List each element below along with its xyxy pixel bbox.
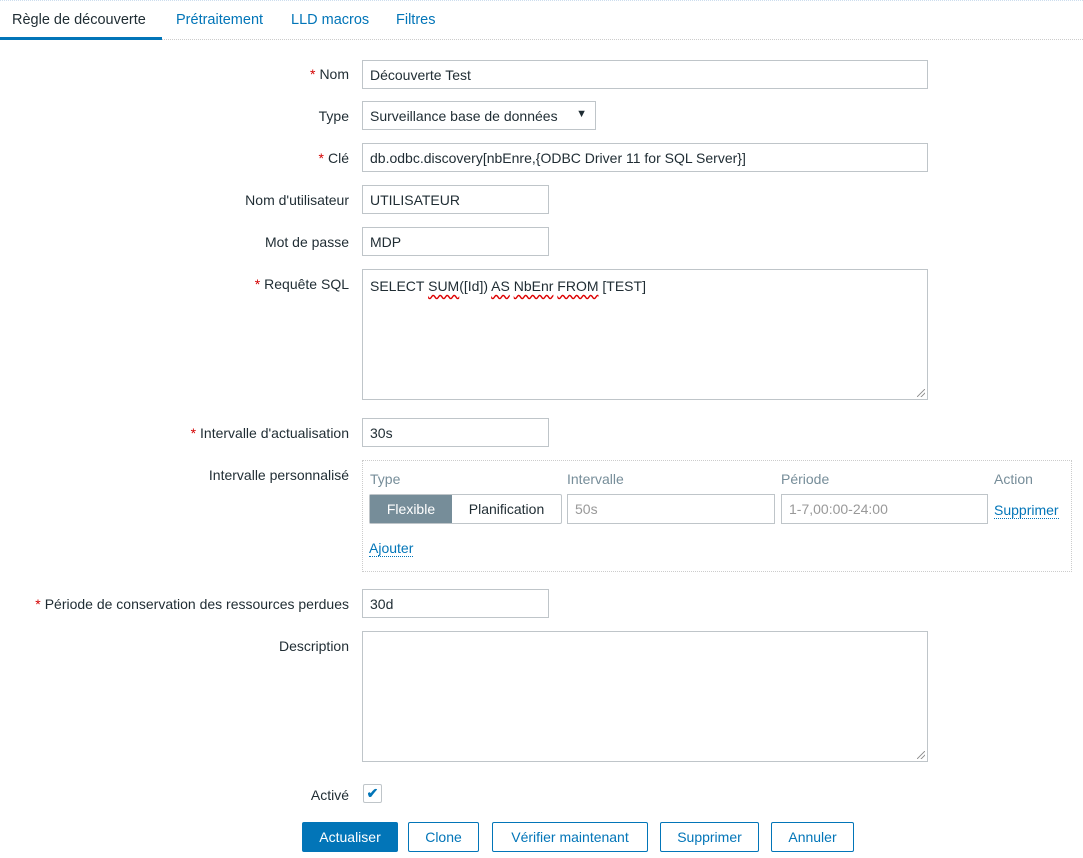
header-type: Type: [370, 471, 401, 487]
flexible-option[interactable]: Flexible: [370, 495, 452, 523]
enabled-checkbox[interactable]: ✔: [363, 784, 382, 803]
custom-interval-table: Type Intervalle Période Action Flexible …: [362, 460, 1072, 572]
header-interval: Intervalle: [567, 471, 624, 487]
add-link[interactable]: Ajouter: [369, 540, 414, 557]
type-toggle: Flexible Planification: [369, 494, 562, 524]
period-input[interactable]: 1-7,00:00-24:00: [781, 494, 988, 524]
checkmark-icon: ✔: [366, 785, 379, 801]
name-label: * Nom: [309, 66, 349, 82]
password-label: Mot de passe: [264, 234, 349, 250]
tab-discovery-rule[interactable]: Règle de découverte: [12, 12, 146, 28]
remove-link[interactable]: Supprimer: [994, 502, 1059, 519]
sql-textarea[interactable]: SELECT SUM([Id]) AS NbEnr FROM [TEST]: [362, 269, 928, 400]
user-input[interactable]: UTILISATEUR: [362, 185, 549, 214]
resize-handle[interactable]: [917, 389, 925, 397]
password-input[interactable]: MDP: [362, 227, 549, 256]
description-label: Description: [278, 638, 349, 654]
scheduling-option[interactable]: Planification: [452, 495, 561, 523]
sql-label: * Requête SQL: [254, 276, 349, 292]
user-label: Nom d'utilisateur: [245, 192, 349, 208]
delete-button[interactable]: Supprimer: [660, 822, 759, 852]
type-label: Type: [318, 108, 349, 124]
keep-lost-input[interactable]: 30d: [362, 589, 549, 618]
tab-lld-macros[interactable]: LLD macros: [291, 12, 369, 28]
resize-handle[interactable]: [917, 751, 925, 759]
key-label: * Clé: [318, 150, 349, 166]
interval-label: * Intervalle d'actualisation: [190, 425, 349, 441]
name-input[interactable]: Découverte Test: [362, 60, 928, 89]
tab-filters[interactable]: Filtres: [396, 12, 435, 28]
clone-button[interactable]: Clone: [408, 822, 479, 852]
update-button[interactable]: Actualiser: [302, 822, 398, 852]
tab-preprocessing[interactable]: Prétraitement: [176, 12, 263, 28]
type-select[interactable]: Surveillance base de données ▼: [362, 101, 596, 130]
description-textarea[interactable]: [362, 631, 928, 762]
dropdown-arrow-icon: ▼: [576, 108, 587, 120]
keep-lost-label: * Période de conservation des ressources …: [35, 596, 349, 612]
custom-interval-input[interactable]: 50s: [567, 494, 775, 524]
key-input[interactable]: db.odbc.discovery[nbEnre,{ODBC Driver 11…: [362, 143, 928, 172]
interval-input[interactable]: 30s: [362, 418, 549, 447]
tab-bar: Règle de découverte Prétraitement LLD ma…: [0, 0, 1083, 40]
header-period: Période: [781, 471, 830, 487]
enabled-label: Activé: [310, 787, 349, 803]
check-now-button[interactable]: Vérifier maintenant: [492, 822, 648, 852]
active-tab-indicator: [0, 37, 162, 40]
header-action: Action: [994, 471, 1033, 487]
cancel-button[interactable]: Annuler: [771, 822, 854, 852]
custom-interval-label: Intervalle personnalisé: [208, 467, 349, 483]
